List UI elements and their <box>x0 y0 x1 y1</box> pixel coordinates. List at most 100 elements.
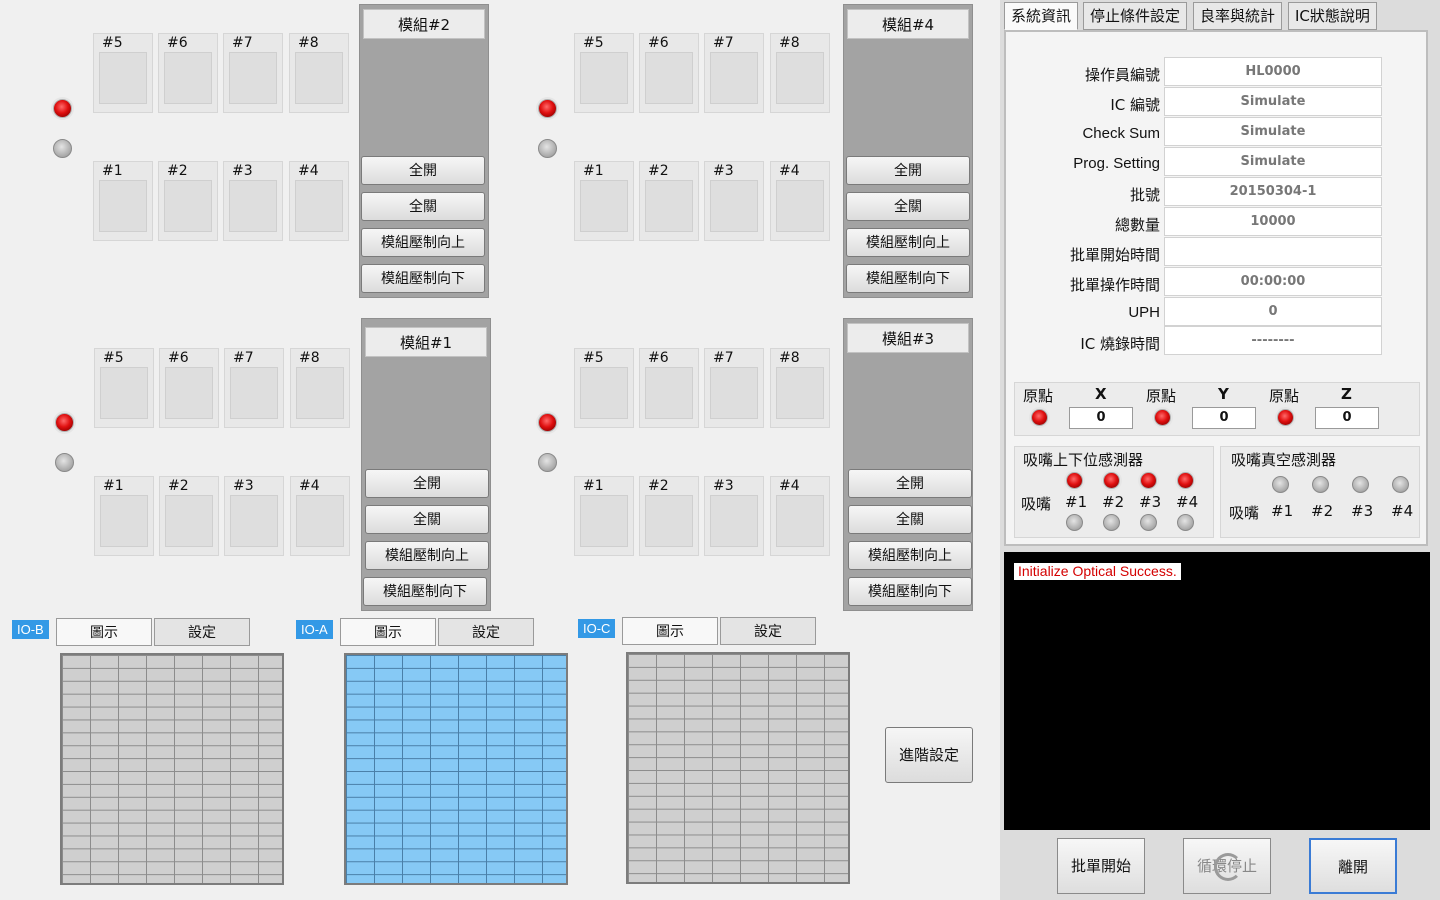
socket-m3-2[interactable]: #2 <box>639 476 699 556</box>
socket-m1-2[interactable]: #2 <box>159 476 219 556</box>
socket-pad <box>710 52 758 104</box>
socket-m4-5[interactable]: #5 <box>574 33 634 113</box>
socket-pad <box>165 495 213 547</box>
socket-pad <box>776 495 824 547</box>
socket-m1-7[interactable]: #7 <box>224 348 284 428</box>
z-position-field[interactable]: 0 <box>1315 407 1379 429</box>
socket-m3-6[interactable]: #6 <box>639 348 699 428</box>
batch-start-button[interactable]: 批單開始 <box>1057 838 1145 894</box>
socket-pad <box>776 52 824 104</box>
io-c-tab-settings[interactable]: 設定 <box>720 617 816 645</box>
prog-setting-label: Prog. Setting <box>1073 155 1160 172</box>
socket-m2-6[interactable]: #6 <box>158 33 218 113</box>
socket-m2-2[interactable]: #2 <box>158 161 218 241</box>
socket-m2-8[interactable]: #8 <box>289 33 349 113</box>
tab-yield-stats[interactable]: 良率與統計 <box>1193 2 1283 30</box>
module-2-close-all-button[interactable]: 全關 <box>361 192 485 221</box>
module4-status-led-2 <box>538 139 557 158</box>
advanced-settings-button[interactable]: 進階設定 <box>885 727 973 783</box>
module-4-close-all-button[interactable]: 全關 <box>846 192 970 221</box>
socket-m3-7[interactable]: #7 <box>704 348 764 428</box>
module4-status-led-1 <box>538 99 557 118</box>
module-2-open-all-button[interactable]: 全開 <box>361 156 485 185</box>
module-3-close-all-button[interactable]: 全關 <box>848 505 972 534</box>
module-4-press-up-button[interactable]: 模組壓制向上 <box>846 228 970 257</box>
module-1-open-all-button[interactable]: 全開 <box>365 469 489 498</box>
nozzle-vacuum-4-led <box>1392 476 1409 493</box>
socket-label: #5 <box>103 350 124 366</box>
socket-m1-6[interactable]: #6 <box>159 348 219 428</box>
io-b-grid[interactable] <box>60 653 284 885</box>
io-a-tab-settings[interactable]: 設定 <box>438 618 534 646</box>
module-2-press-down-button[interactable]: 模組壓制向下 <box>361 264 485 293</box>
nozzle-updown-4-lower-led <box>1177 514 1194 531</box>
z-axis-label: Z <box>1341 385 1352 403</box>
module-1-press-down-button[interactable]: 模組壓制向下 <box>363 577 487 606</box>
nozzle-updown-title: 吸嘴上下位感測器 <box>1023 451 1144 469</box>
socket-m2-3[interactable]: #3 <box>223 161 283 241</box>
socket-label: #1 <box>102 163 123 179</box>
socket-m1-8[interactable]: #8 <box>290 348 350 428</box>
socket-pad <box>100 495 148 547</box>
module-1-press-up-button[interactable]: 模組壓制向上 <box>365 541 489 570</box>
socket-m4-6[interactable]: #6 <box>639 33 699 113</box>
socket-m4-4[interactable]: #4 <box>770 161 830 241</box>
nozzle-vacuum-2-led <box>1312 476 1329 493</box>
io-c-tab-view[interactable]: 圖示 <box>622 617 718 645</box>
io-a-grid[interactable] <box>344 653 568 885</box>
socket-m3-5[interactable]: #5 <box>574 348 634 428</box>
module3-status-led-1 <box>538 413 557 432</box>
module-4-title: 模組#4 <box>847 9 969 39</box>
tab-system-info[interactable]: 系統資訊 <box>1004 2 1079 30</box>
tab-ic-status[interactable]: IC狀態說明 <box>1288 2 1377 30</box>
system-info-panel: 操作員編號 HL0000 IC 編號 Simulate Check Sum Si… <box>1004 30 1428 546</box>
socket-label: #4 <box>779 163 800 179</box>
module-3-press-down-button[interactable]: 模組壓制向下 <box>848 577 972 606</box>
log-console[interactable]: Initialize Optical Success. <box>1004 552 1430 830</box>
module-2-press-up-button[interactable]: 模組壓制向上 <box>361 228 485 257</box>
y-position-field[interactable]: 0 <box>1192 407 1256 429</box>
exit-button[interactable]: 離開 <box>1309 838 1397 894</box>
socket-m1-3[interactable]: #3 <box>224 476 284 556</box>
y-origin-label: 原點 <box>1146 387 1177 405</box>
socket-pad <box>645 495 693 547</box>
socket-m2-5[interactable]: #5 <box>93 33 153 113</box>
module-4-press-down-button[interactable]: 模組壓制向下 <box>846 264 970 293</box>
x-origin-label: 原點 <box>1023 387 1054 405</box>
tab-stop-conditions[interactable]: 停止條件設定 <box>1083 2 1188 30</box>
io-a-tab-view[interactable]: 圖示 <box>340 618 436 646</box>
socket-m2-7[interactable]: #7 <box>223 33 283 113</box>
socket-m2-4[interactable]: #4 <box>289 161 349 241</box>
io-b-tab-settings[interactable]: 設定 <box>154 618 250 646</box>
nozzle-vacuum-4-label: #4 <box>1391 502 1414 520</box>
socket-label: #7 <box>713 350 734 366</box>
socket-label: #5 <box>583 35 604 51</box>
nozzle-updown-3-upper-led <box>1140 472 1157 489</box>
socket-label: #1 <box>583 163 604 179</box>
loop-stop-button[interactable]: 循環停止 <box>1183 838 1271 894</box>
module-3-open-all-button[interactable]: 全開 <box>848 469 972 498</box>
socket-m4-2[interactable]: #2 <box>639 161 699 241</box>
module-4-open-all-button[interactable]: 全開 <box>846 156 970 185</box>
operator-label: 操作員編號 <box>1084 66 1160 84</box>
socket-m4-7[interactable]: #7 <box>704 33 764 113</box>
socket-m3-8[interactable]: #8 <box>770 348 830 428</box>
socket-m2-1[interactable]: #1 <box>93 161 153 241</box>
socket-m4-1[interactable]: #1 <box>574 161 634 241</box>
socket-label: #7 <box>713 35 734 51</box>
socket-m4-3[interactable]: #3 <box>704 161 764 241</box>
socket-m1-5[interactable]: #5 <box>94 348 154 428</box>
socket-m1-1[interactable]: #1 <box>94 476 154 556</box>
x-position-field[interactable]: 0 <box>1069 407 1133 429</box>
socket-m3-3[interactable]: #3 <box>704 476 764 556</box>
socket-m1-4[interactable]: #4 <box>290 476 350 556</box>
socket-m4-8[interactable]: #8 <box>770 33 830 113</box>
socket-pad <box>100 367 148 419</box>
io-b-tab-view[interactable]: 圖示 <box>56 618 152 646</box>
socket-m3-4[interactable]: #4 <box>770 476 830 556</box>
io-c-grid[interactable] <box>626 652 850 884</box>
module-3-press-up-button[interactable]: 模組壓制向上 <box>848 541 972 570</box>
nozzle-updown-2-lower-led <box>1103 514 1120 531</box>
module-1-close-all-button[interactable]: 全關 <box>365 505 489 534</box>
socket-m3-1[interactable]: #1 <box>574 476 634 556</box>
